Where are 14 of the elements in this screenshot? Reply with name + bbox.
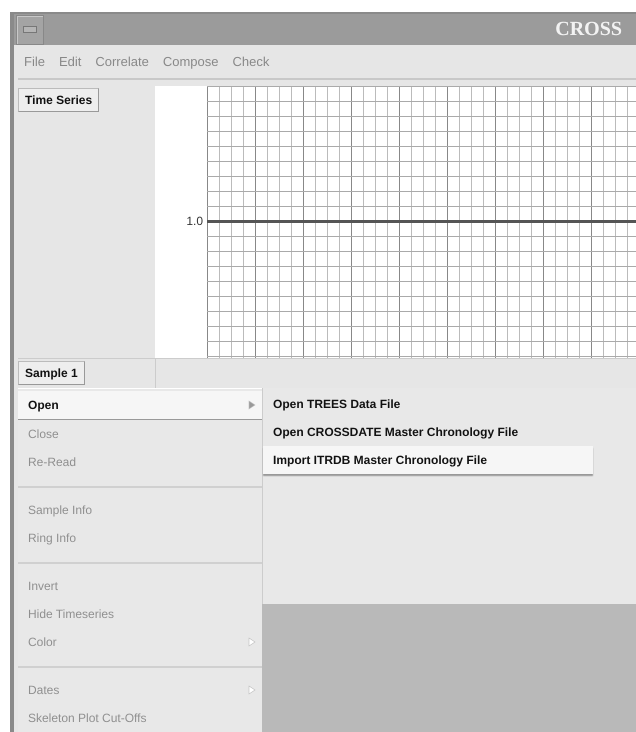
submenu-item[interactable]: Import ITRDB Master Chronology File	[263, 446, 593, 474]
window-menu-button[interactable]	[16, 14, 44, 44]
menu-item[interactable]: Open	[18, 391, 262, 420]
time-series-button[interactable]: Time Series	[18, 88, 100, 112]
menu-item[interactable]: Correlate	[95, 52, 149, 71]
menu-item[interactable]: Compose	[162, 52, 218, 71]
menu-item[interactable]: Check	[232, 52, 270, 71]
axis-label: 1.0	[186, 214, 203, 228]
menu-item[interactable]: Edit	[58, 52, 82, 71]
submenu-item[interactable]: Open CROSSDATE Master Chronology File	[263, 418, 593, 446]
window-title: CROSS	[555, 18, 622, 41]
sample-button[interactable]: Sample 1	[18, 360, 85, 385]
menu-item[interactable]: File	[24, 52, 45, 71]
submenu-item[interactable]: Open TREES Data File	[263, 390, 593, 418]
